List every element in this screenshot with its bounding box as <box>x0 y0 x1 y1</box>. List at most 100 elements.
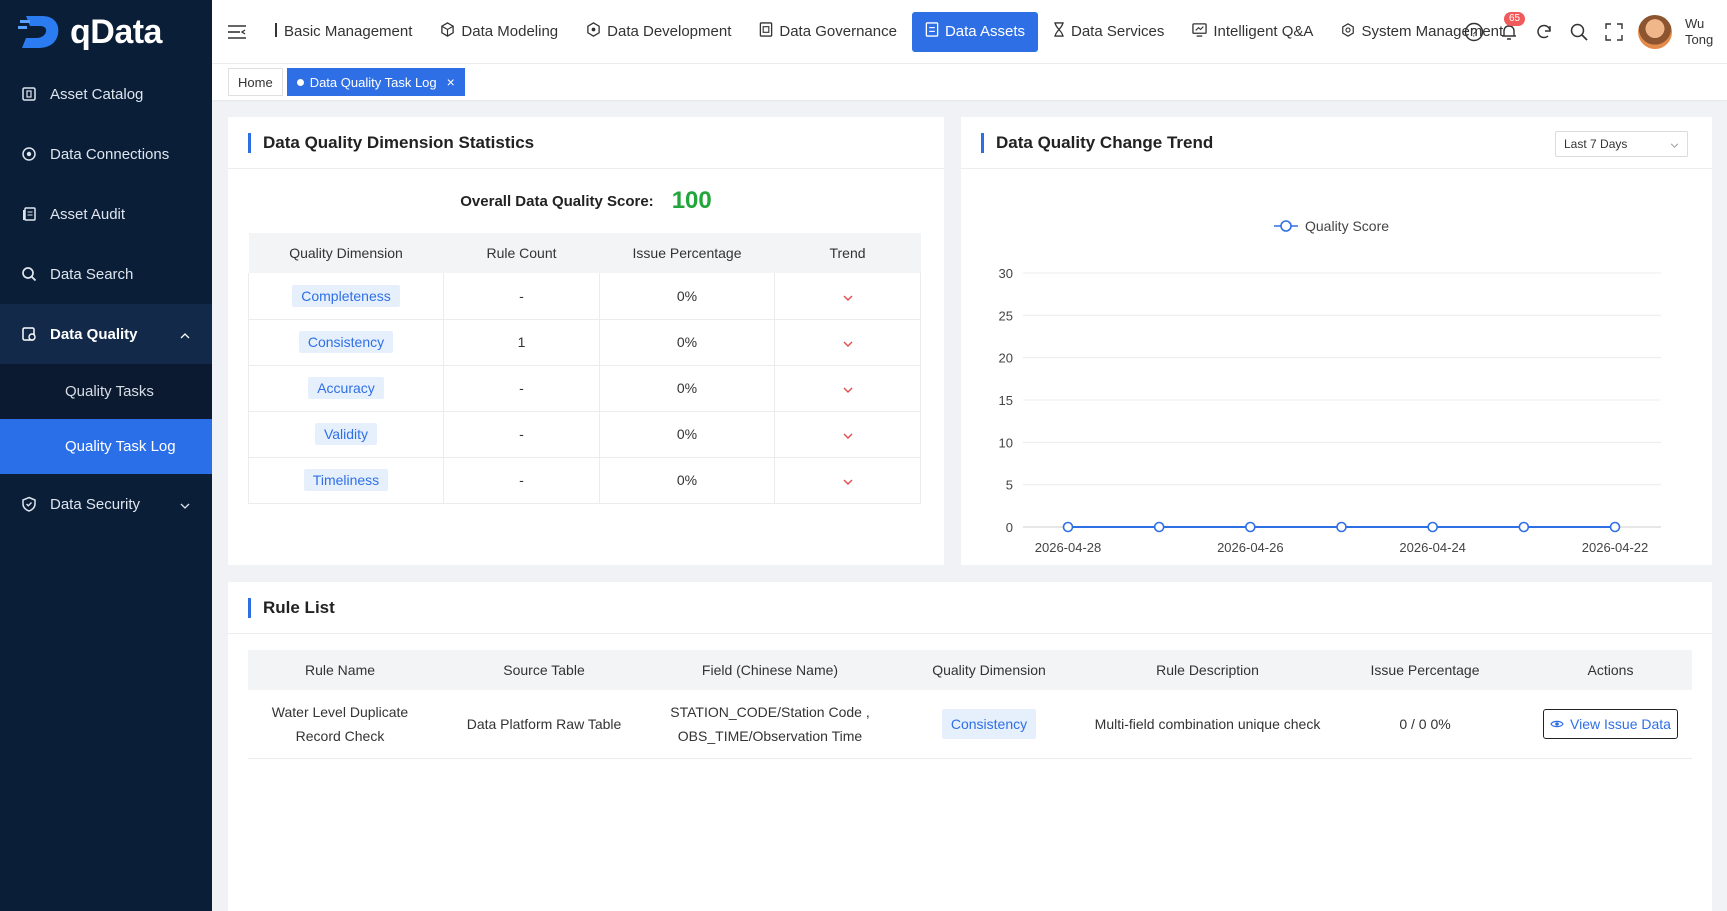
sidebar-item-asset-audit[interactable]: Asset Audit <box>0 184 212 244</box>
column-header: Field (Chinese Name) <box>656 650 884 690</box>
column-header: Actions <box>1529 650 1692 690</box>
trend-cell <box>774 273 921 320</box>
nav-label: Data Modeling <box>461 23 559 40</box>
connection-icon <box>20 145 38 163</box>
dimension-cell: Completeness <box>248 273 444 320</box>
source-table-cell: Data Platform Raw Table <box>432 690 656 759</box>
rule-count-cell: - <box>443 457 600 504</box>
y-tick-label: 30 <box>999 266 1013 281</box>
nav-label: Data Development <box>607 23 732 40</box>
catalog-icon <box>20 85 38 103</box>
chat-icon <box>1192 22 1208 41</box>
sidebar-submenu: Quality Tasks Quality Task Log <box>0 364 212 474</box>
tab-label: Data Quality Task Log <box>309 74 437 90</box>
y-tick-label: 20 <box>999 351 1013 366</box>
sidebar-item-quality-task-log[interactable]: Quality Task Log <box>0 419 212 474</box>
data-point <box>1336 521 1347 533</box>
dimension-tag: Consistency <box>298 331 394 353</box>
sidebar-item-data-security[interactable]: Data Security <box>0 474 212 534</box>
help-icon[interactable]: ? <box>1463 21 1485 43</box>
quality-trend-card: Data Quality Change Trend Last 7 Days Qu… <box>961 117 1712 565</box>
close-icon[interactable]: × <box>447 74 455 90</box>
title-accent <box>248 597 251 618</box>
logo-icon <box>18 16 59 48</box>
table-row: Accuracy -0% <box>248 365 921 412</box>
issue-percentage-cell: 0% <box>599 411 775 458</box>
nav-data-governance[interactable]: Data Governance <box>746 12 910 52</box>
sidebar-item-label: Data Search <box>50 265 134 283</box>
score-value: 100 <box>671 187 712 214</box>
actions-cell: View Issue Data <box>1529 690 1692 759</box>
description-cell: Multi-field combination unique check <box>1094 690 1321 759</box>
sidebar-item-data-quality[interactable]: Data Quality <box>0 304 212 364</box>
user-name[interactable]: Wu Tong <box>1685 16 1717 48</box>
quality-icon <box>20 325 38 343</box>
sidebar-item-data-connections[interactable]: Data Connections <box>0 124 212 184</box>
menu-toggle-icon[interactable] <box>212 24 262 39</box>
date-range-select[interactable]: Last 7 Days <box>1555 131 1688 157</box>
x-tick-label: 2026-04-24 <box>1399 540 1466 555</box>
dimension-tag: Accuracy <box>308 377 384 399</box>
sidebar-item-asset-catalog[interactable]: Asset Catalog <box>0 64 212 124</box>
notification-bell-icon[interactable]: 65 <box>1498 12 1526 43</box>
refresh-icon[interactable] <box>1533 21 1555 43</box>
trend-cell <box>774 457 921 504</box>
dimension-tag: Timeliness <box>303 469 389 491</box>
trend-cell <box>774 319 921 366</box>
table-row: Timeliness -0% <box>248 457 921 504</box>
chevron-down-icon <box>180 496 190 513</box>
title-accent <box>981 132 984 153</box>
y-tick-label: 10 <box>999 435 1013 450</box>
column-header: Trend <box>774 233 921 273</box>
column-header: Rule Name <box>248 650 432 690</box>
tab-home[interactable]: Home <box>228 68 283 96</box>
tab-data-quality-task-log[interactable]: Data Quality Task Log × <box>286 68 465 96</box>
column-header: Source Table <box>432 650 656 690</box>
trend-down-icon <box>843 426 853 442</box>
trend-cell <box>774 365 921 412</box>
nav-data-assets[interactable]: Data Assets <box>911 11 1038 52</box>
column-header: Issue Percentage <box>1321 650 1529 690</box>
hourglass-icon <box>1053 22 1065 41</box>
rule-count-cell: - <box>443 273 600 320</box>
svg-text:?: ? <box>1471 26 1478 40</box>
card-header: Data Quality Dimension Statistics <box>228 117 944 169</box>
x-tick-label: 2026-04-26 <box>1217 540 1284 555</box>
nav-label: Data Services <box>1071 23 1165 40</box>
column-header: Issue Percentage <box>599 233 775 273</box>
nav-label: Data Assets <box>944 23 1025 40</box>
legend-label: Quality Score <box>1305 218 1389 234</box>
nav-basic-management[interactable]: Basic Management <box>262 12 425 52</box>
fullscreen-icon[interactable] <box>1603 21 1625 43</box>
search-icon[interactable] <box>1568 21 1590 43</box>
field-line2: OBS_TIME/Observation Time <box>677 727 863 744</box>
y-tick-label: 15 <box>999 393 1013 408</box>
sidebar-item-label: Data Quality <box>50 325 138 343</box>
sidebar-item-label: Data Connections <box>50 145 170 163</box>
column-header: Quality Dimension <box>248 233 444 273</box>
top-navbar: Basic Management Data Modeling Data Deve… <box>212 0 1727 64</box>
overall-score: Overall Data Quality Score: 100 <box>228 187 944 215</box>
avatar[interactable] <box>1638 15 1672 49</box>
data-point <box>1245 521 1256 533</box>
card-header: Rule List <box>228 582 1712 634</box>
sidebar-item-data-search[interactable]: Data Search <box>0 244 212 304</box>
view-issue-data-button[interactable]: View Issue Data <box>1543 708 1678 739</box>
nav-intelligent-qa[interactable]: Intelligent Q&A <box>1179 12 1326 52</box>
sidebar-item-quality-tasks[interactable]: Quality Tasks <box>0 364 212 419</box>
nav-data-modeling[interactable]: Data Modeling <box>427 12 571 52</box>
column-header: Rule Description <box>1094 650 1321 690</box>
table-row: Validity -0% <box>248 411 921 458</box>
nav-data-services[interactable]: Data Services <box>1040 12 1177 52</box>
sidebar-item-label: Asset Catalog <box>50 85 144 103</box>
dimension-statistics-card: Data Quality Dimension Statistics Overal… <box>228 117 944 565</box>
rule-table: Rule Name Source Table Field (Chinese Na… <box>248 650 1692 759</box>
rule-count-cell: - <box>443 365 600 412</box>
rule-count-cell: 1 <box>443 319 600 366</box>
x-tick-label: 2026-04-28 <box>1035 540 1102 555</box>
issue-percentage-cell: 0% <box>599 319 775 366</box>
rule-count-cell: - <box>443 411 600 458</box>
card-title: Data Quality Change Trend <box>996 132 1214 152</box>
nav-data-development[interactable]: Data Development <box>573 12 744 52</box>
table-header-row: Rule Name Source Table Field (Chinese Na… <box>248 650 1692 690</box>
